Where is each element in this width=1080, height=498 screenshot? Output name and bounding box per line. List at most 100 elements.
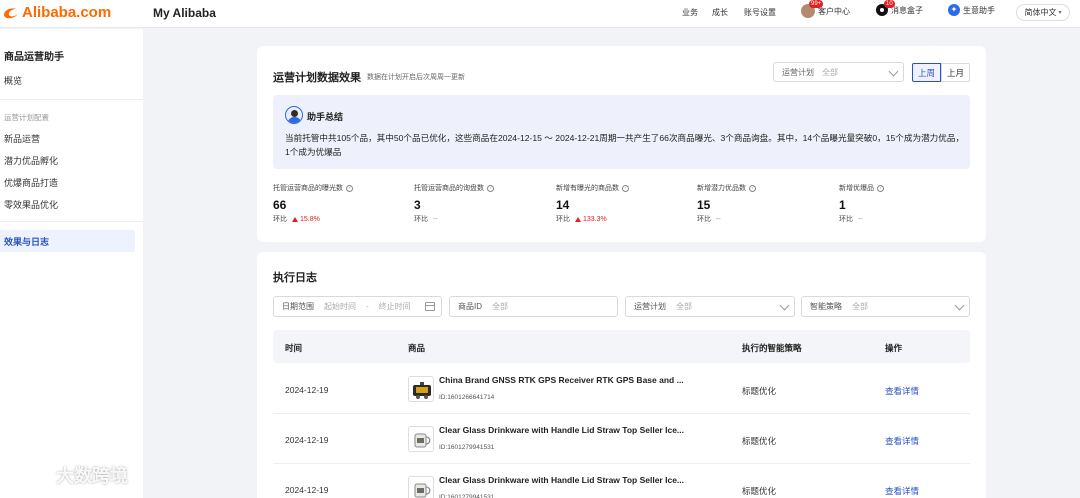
- date-start-input[interactable]: 起始时间: [324, 301, 356, 312]
- date-end-input[interactable]: 终止时间: [379, 301, 411, 312]
- trend-up-icon: [575, 216, 581, 222]
- product-id-label: 商品ID: [458, 302, 482, 311]
- customer-avatar-icon: 99+: [801, 0, 824, 18]
- column-header-product: 商品: [408, 343, 426, 353]
- glass-mug-icon: [414, 483, 431, 498]
- trend-up-icon: [292, 216, 298, 222]
- strategy-filter[interactable]: 智能策略 全部: [801, 296, 970, 317]
- product-id-filter[interactable]: 商品ID 全部: [449, 296, 618, 317]
- metric-compare-value: --: [433, 215, 438, 223]
- column-header-action: 操作: [885, 343, 903, 353]
- metric-label: 新增优爆品: [839, 185, 874, 192]
- metric-compare-label: 环比: [273, 216, 287, 223]
- metric-new-hot: 新增优爆品? 1 环比 --: [839, 183, 969, 224]
- summary-text: 当前托管中共105个品，其中50个品已优化，这些商品在2024-12-15 ～ …: [285, 133, 965, 157]
- metric-value: 1: [839, 198, 846, 212]
- product-name[interactable]: China Brand GNSS RTK GPS Receiver RTK GP…: [439, 375, 709, 385]
- metric-value: 14: [556, 198, 570, 212]
- language-select[interactable]: 简体中文 ▾: [1016, 4, 1070, 21]
- message-box-label: 消息盒子: [891, 5, 923, 15]
- alibaba-logo-icon: [4, 7, 18, 18]
- row-strategy: 标题优化: [742, 436, 777, 446]
- nav-growth[interactable]: 成长: [712, 7, 728, 18]
- product-thumbnail-gps[interactable]: [408, 376, 434, 402]
- message-box-link[interactable]: 10 消息盒子: [876, 0, 923, 16]
- help-icon[interactable]: ?: [346, 184, 353, 192]
- log-title: 执行日志: [273, 272, 317, 284]
- sidebar-item-overview[interactable]: 概览: [4, 74, 22, 87]
- metric-value: 15: [697, 198, 711, 212]
- product-id-input[interactable]: 全部: [492, 301, 508, 312]
- row-strategy: 标题优化: [742, 386, 777, 396]
- metric-compare-label: 环比: [839, 216, 853, 223]
- view-details-link[interactable]: 查看详情: [885, 435, 919, 447]
- view-details-link[interactable]: 查看详情: [885, 485, 919, 497]
- language-label: 简体中文: [1024, 8, 1057, 17]
- metric-exposure: 托管运营商品的曝光数? 66 环比 15.8%: [273, 183, 403, 224]
- customer-center-link[interactable]: 99+ 客户中心: [801, 0, 850, 18]
- product-name[interactable]: Clear Glass Drinkware with Handle Lid St…: [439, 425, 709, 435]
- column-header-time: 时间: [285, 343, 303, 353]
- chevron-down-icon: [888, 66, 899, 77]
- message-icon: 10: [876, 0, 895, 16]
- help-icon[interactable]: ?: [487, 184, 494, 192]
- effect-subtitle: 数据在计划开启后次周周一更新: [367, 74, 465, 81]
- view-details-link[interactable]: 查看详情: [885, 385, 919, 397]
- my-alibaba-title[interactable]: My Alibaba: [153, 6, 216, 20]
- metric-label: 新增潜力优品数: [697, 185, 746, 192]
- sidebar-item-hot[interactable]: 优爆商品打造: [4, 176, 58, 189]
- help-icon[interactable]: ?: [749, 184, 756, 192]
- metric-new-exposed: 新增有曝光的商品数? 14 环比 133.3%: [556, 183, 686, 224]
- row-date: 2024-12-19: [285, 485, 329, 495]
- metric-new-potential: 新增潜力优品数? 15 环比 --: [697, 183, 827, 224]
- metric-compare-label: 环比: [414, 216, 428, 223]
- product-thumbnail-glass[interactable]: [408, 476, 434, 498]
- assistant-link[interactable]: ✦ 生意助手: [948, 4, 995, 16]
- sidebar-item-new-product[interactable]: 新品运营: [4, 132, 40, 145]
- plan-select[interactable]: 运营计划 全部: [773, 62, 904, 82]
- metric-compare-value: 15.8%: [300, 215, 320, 223]
- sidebar-item-effect-log[interactable]: 效果与日志: [0, 230, 135, 252]
- table-header: 时间 商品 执行的智能策略 操作: [273, 330, 970, 363]
- metric-compare-value: --: [858, 215, 863, 223]
- assistant-avatar-icon: [285, 106, 303, 124]
- glass-mug-icon: [414, 433, 431, 448]
- chevron-down-icon: ▾: [1058, 10, 1062, 16]
- plan-select-label: 运营计划: [782, 67, 814, 77]
- metric-label: 托管运营商品的询盘数: [414, 185, 484, 192]
- last-month-button[interactable]: 上月: [941, 63, 970, 82]
- product-id: ID:1601279941531: [439, 444, 495, 451]
- sidebar-divider: [0, 99, 143, 100]
- table-row: 2024-12-19 China Brand GNSS RTK GPS Rece…: [273, 364, 970, 414]
- nav-business[interactable]: 业务: [682, 7, 698, 18]
- help-icon[interactable]: ?: [877, 184, 884, 192]
- plan-filter[interactable]: 运营计划 全部: [625, 296, 795, 317]
- plan-select-value: 全部: [822, 67, 838, 77]
- plan-filter-label: 运营计划: [634, 302, 666, 311]
- date-range-filter[interactable]: 日期范围 起始时间 - 终止时间: [273, 296, 442, 317]
- top-bar: Alibaba.com My Alibaba 业务 成长 账号设置 99+ 客户…: [0, 0, 1080, 28]
- nav-account-settings[interactable]: 账号设置: [744, 7, 776, 18]
- strategy-filter-label: 智能策略: [810, 302, 842, 311]
- product-name[interactable]: Clear Glass Drinkware with Handle Lid St…: [439, 475, 709, 485]
- strategy-filter-value: 全部: [852, 302, 868, 311]
- metric-label: 新增有曝光的商品数: [556, 185, 619, 192]
- metric-compare-value: --: [716, 215, 721, 223]
- assistant-summary: 助手总结 当前托管中共105个品，其中50个品已优化，这些商品在2024-12-…: [273, 95, 970, 169]
- sidebar-title: 商品运营助手: [4, 52, 64, 63]
- summary-title: 助手总结: [307, 112, 344, 122]
- product-thumbnail-glass[interactable]: [408, 426, 434, 452]
- sidebar-item-zero-effect[interactable]: 零效果品优化: [4, 198, 58, 211]
- alibaba-logo[interactable]: Alibaba.com: [2, 4, 111, 21]
- help-icon[interactable]: ?: [622, 184, 629, 192]
- table-row: 2024-12-19 Clear Glass Drinkware with Ha…: [273, 414, 970, 464]
- chevron-down-icon: [954, 300, 965, 311]
- sidebar-item-potential[interactable]: 潜力优品孵化: [4, 154, 58, 167]
- date-separator: -: [366, 302, 369, 311]
- effect-title: 运营计划数据效果: [273, 72, 361, 84]
- metric-value: 66: [273, 198, 287, 212]
- watermark-text: 大数跨境: [56, 466, 128, 486]
- metric-label: 托管运营商品的曝光数: [273, 185, 343, 192]
- gps-receiver-icon: [413, 382, 431, 399]
- last-week-button[interactable]: 上周: [912, 63, 941, 82]
